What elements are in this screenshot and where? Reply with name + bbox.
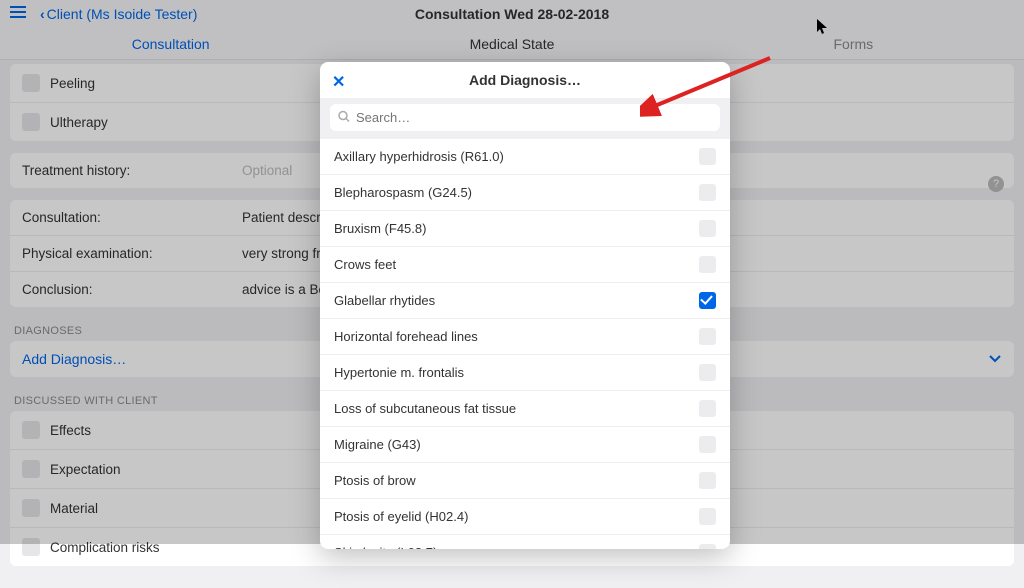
- checkbox-icon[interactable]: [699, 544, 716, 549]
- checkbox-icon[interactable]: [699, 220, 716, 237]
- diagnosis-row[interactable]: Glabellar rhytides: [320, 283, 730, 319]
- diagnosis-row[interactable]: Ptosis of brow: [320, 463, 730, 499]
- diagnosis-list: Axillary hyperhidrosis (R61.0) Blepharosp…: [320, 139, 730, 549]
- checkbox-icon[interactable]: [699, 364, 716, 381]
- checkbox-checked-icon[interactable]: [699, 292, 716, 309]
- diagnosis-label: Horizontal forehead lines: [334, 329, 478, 344]
- diagnosis-label: Crows feet: [334, 257, 396, 272]
- diagnosis-row[interactable]: Skin laxity (L98.7): [320, 535, 730, 549]
- diagnosis-label: Ptosis of brow: [334, 473, 416, 488]
- diagnosis-label: Glabellar rhytides: [334, 293, 435, 308]
- close-button[interactable]: ✕: [332, 72, 345, 92]
- diagnosis-label: Bruxism (F45.8): [334, 221, 426, 236]
- checkbox-icon[interactable]: [699, 436, 716, 453]
- checkbox-icon[interactable]: [699, 184, 716, 201]
- diagnosis-label: Loss of subcutaneous fat tissue: [334, 401, 516, 416]
- checkbox-icon[interactable]: [699, 508, 716, 525]
- modal-title: Add Diagnosis…: [469, 72, 581, 88]
- checkbox-icon[interactable]: [699, 148, 716, 165]
- diagnosis-row[interactable]: Migraine (G43): [320, 427, 730, 463]
- diagnosis-row[interactable]: Hypertonie m. frontalis: [320, 355, 730, 391]
- checkbox-icon[interactable]: [699, 328, 716, 345]
- checkbox-icon[interactable]: [699, 400, 716, 417]
- diagnosis-row[interactable]: Loss of subcutaneous fat tissue: [320, 391, 730, 427]
- diagnosis-label: Migraine (G43): [334, 437, 421, 452]
- diagnosis-row[interactable]: Blepharospasm (G24.5): [320, 175, 730, 211]
- diagnosis-label: Axillary hyperhidrosis (R61.0): [334, 149, 504, 164]
- search-input[interactable]: [330, 104, 720, 131]
- diagnosis-label: Ptosis of eyelid (H02.4): [334, 509, 468, 524]
- checkbox-icon[interactable]: [699, 256, 716, 273]
- checkbox-icon[interactable]: [699, 472, 716, 489]
- diagnosis-row[interactable]: Horizontal forehead lines: [320, 319, 730, 355]
- diagnosis-label: Hypertonie m. frontalis: [334, 365, 464, 380]
- search-icon: [338, 110, 350, 125]
- diagnosis-label: Skin laxity (L98.7): [334, 545, 437, 549]
- diagnosis-row[interactable]: Crows feet: [320, 247, 730, 283]
- diagnosis-row[interactable]: Bruxism (F45.8): [320, 211, 730, 247]
- diagnosis-row[interactable]: Axillary hyperhidrosis (R61.0): [320, 139, 730, 175]
- add-diagnosis-modal: ✕ Add Diagnosis… Axillary hyperhidrosis …: [320, 62, 730, 549]
- diagnosis-label: Blepharospasm (G24.5): [334, 185, 472, 200]
- diagnosis-row[interactable]: Ptosis of eyelid (H02.4): [320, 499, 730, 535]
